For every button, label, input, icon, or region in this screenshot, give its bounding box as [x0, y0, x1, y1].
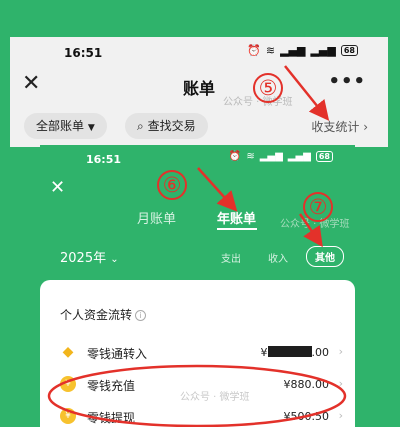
annotation-step-7: ⑦: [303, 192, 333, 222]
watermark: 公众号 · 微学班: [180, 392, 250, 403]
list-item[interactable]: ◆ 零钱通转入 ¥ .00 ›: [40, 342, 355, 366]
status-icons: ⏰ ≋ ▂▄▆ ▂▄▆ 68: [247, 44, 358, 57]
more-icon[interactable]: •••: [328, 71, 366, 92]
close-icon[interactable]: ✕: [50, 177, 65, 198]
signal-icon: ▂▄▆: [259, 151, 283, 162]
battery-icon: 68: [315, 151, 333, 162]
row-label: 零钱充值: [87, 379, 136, 393]
chevron-right-icon: ›: [338, 377, 343, 390]
filter-bar: 全部账单 ▼ ⌕ 查找交易 收支统计 ›: [10, 113, 388, 141]
bill-screen-annual: 16:51 ⏰ ≋ ▂▄▆ ▂▄▆ 68 ✕ 月账单 年账单 公众号 · 微学班…: [40, 145, 355, 427]
diamond-icon: ◆: [62, 344, 74, 360]
coin-icon: ¥: [60, 376, 76, 392]
search-transactions-button[interactable]: ⌕ 查找交易: [125, 113, 208, 139]
amount-prefix: ¥: [260, 346, 268, 359]
list-item[interactable]: ¥ 零钱提现 ¥500.50 ›: [40, 406, 355, 427]
filter-other[interactable]: 其他: [306, 246, 344, 267]
status-time: 16:51: [64, 46, 103, 60]
chevron-down-icon: ▼: [87, 123, 95, 133]
annotation-step-6: ⑥: [157, 170, 187, 200]
search-label: 查找交易: [147, 119, 196, 133]
row-amount: ¥500.50: [283, 410, 330, 423]
income-expense-stats-link[interactable]: 收支统计 ›: [311, 118, 368, 135]
chevron-right-icon: ›: [363, 120, 368, 134]
status-bar: 16:51 ⏰ ≋ ▂▄▆ ▂▄▆ 68: [10, 37, 388, 67]
signal-icon: ▂▄▆: [280, 44, 306, 57]
redacted-amount: [267, 346, 312, 357]
battery-icon: 68: [340, 45, 358, 56]
bill-screen-top: 16:51 ⏰ ≋ ▂▄▆ ▂▄▆ 68 ✕ 账单 ••• 公众号 · 微学班 …: [10, 37, 388, 147]
title-bar: ✕ 账单 •••: [10, 67, 388, 107]
chevron-right-icon: ›: [338, 345, 343, 358]
coin-icon: ¥: [60, 408, 76, 424]
row-label: 零钱通转入: [87, 347, 148, 361]
year-label: 2025年: [60, 251, 107, 266]
tab-annual-bill[interactable]: 年账单: [217, 208, 256, 227]
filter-expense[interactable]: 支出: [221, 250, 241, 265]
chevron-right-icon: ›: [338, 409, 343, 422]
wifi-icon: ≋: [246, 151, 255, 162]
fund-flow-card: 个人资金流转 i ◆ 零钱通转入 ¥ .00 › ¥ 零钱充值 ¥880.00 › …: [40, 280, 355, 427]
all-bills-label: 全部账单: [36, 119, 85, 133]
tab-monthly-bill[interactable]: 月账单: [137, 208, 176, 227]
active-tab-indicator: [217, 228, 257, 230]
annotation-step-5: ⑤: [253, 73, 283, 103]
row-label: 零钱提现: [87, 411, 136, 425]
signal-icon-2: ▂▄▆: [287, 151, 311, 162]
status-time: 16:51: [86, 153, 122, 166]
row-amount: ¥ .00: [260, 346, 330, 359]
stats-label: 收支统计: [311, 120, 360, 134]
amount-suffix: .00: [311, 346, 330, 359]
search-icon: ⌕: [137, 119, 144, 133]
year-selector[interactable]: 2025年 ⌄: [60, 247, 119, 266]
card-title-text: 个人资金流转: [60, 308, 133, 322]
card-title: 个人资金流转 i: [60, 306, 147, 323]
row-amount: ¥880.00: [283, 378, 330, 391]
wifi-icon: ≋: [265, 44, 276, 57]
all-bills-dropdown[interactable]: 全部账单 ▼: [24, 113, 107, 139]
alarm-icon: ⏰: [247, 44, 261, 57]
chevron-down-icon: ⌄: [110, 254, 119, 265]
alarm-icon: ⏰: [228, 151, 242, 162]
status-icons: ⏰ ≋ ▂▄▆ ▂▄▆ 68: [229, 151, 333, 162]
info-icon[interactable]: i: [135, 310, 147, 321]
signal-icon-2: ▂▄▆: [310, 44, 336, 57]
filter-income[interactable]: 收入: [268, 250, 288, 265]
